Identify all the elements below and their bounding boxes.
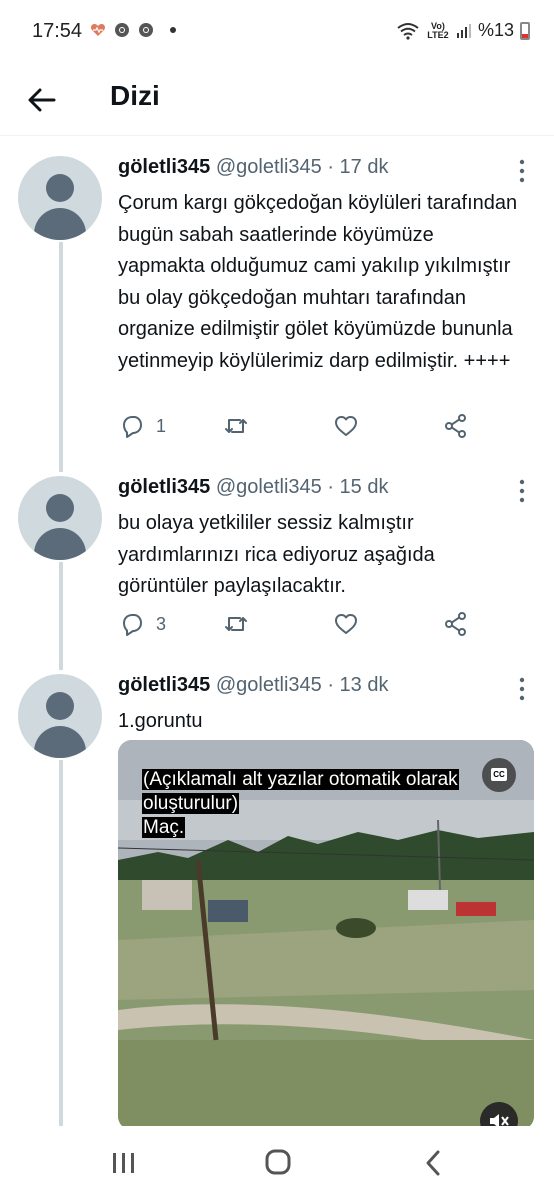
avatar[interactable] (18, 156, 102, 240)
more-options-icon[interactable] (516, 478, 528, 504)
battery-percent: %13 (477, 20, 514, 40)
dot-icon (170, 27, 176, 33)
tweet-text: bu olaya yetkililer sessiz kalmıştır yar… (118, 512, 435, 597)
display-name[interactable]: göletli345 (118, 674, 210, 696)
share-icon (445, 414, 466, 438)
display-name[interactable]: göletli345 (118, 476, 210, 498)
like-button[interactable] (332, 412, 360, 440)
reply-button[interactable]: 3 (118, 610, 166, 638)
heart-pulse-icon (90, 24, 106, 36)
retweet-button[interactable] (222, 412, 250, 440)
display-name[interactable]: göletli345 (118, 156, 210, 178)
system-indicators: Vo) LTE2 %13 (396, 20, 530, 41)
battery-icon (520, 21, 530, 40)
tweet[interactable]: göletli345 @goletli345 · 15 dk bu olaya … (0, 476, 554, 656)
back-nav-icon[interactable] (414, 1146, 454, 1180)
signal-icon (456, 23, 471, 38)
top-bar: Dizi (0, 64, 554, 136)
status-time: 17:54 (32, 20, 83, 42)
user-handle[interactable]: @goletli345 (216, 156, 322, 178)
system-navigation-bar (0, 1126, 554, 1200)
caption-line: oluşturulur) (142, 793, 240, 814)
network-label: Vo) LTE2 (427, 20, 449, 40)
notification-icons (90, 22, 176, 38)
caption-line: Maç. (142, 817, 186, 838)
closed-captions-button[interactable]: CC (482, 758, 516, 792)
tweet-time: · 13 dk (327, 674, 389, 696)
retweet-icon (225, 419, 247, 433)
video-player[interactable]: (Açıklamalı alt yazılar otomatik olarak … (118, 740, 534, 1130)
chrome-icon (139, 23, 153, 37)
user-handle[interactable]: @goletli345 (216, 476, 322, 498)
tweet-actions: 1 (118, 412, 498, 442)
caption-line: (Açıklamalı alt yazılar otomatik olarak (142, 769, 459, 790)
reply-count: 1 (156, 415, 167, 436)
more-options-icon[interactable] (516, 676, 528, 702)
like-button[interactable] (332, 610, 360, 638)
home-icon[interactable] (258, 1146, 298, 1180)
tweet-header: göletli345 @goletli345 · 15 dk (118, 476, 388, 499)
tweet-text: Çorum kargı gökçedoğan köylüleri tarafın… (118, 192, 518, 372)
reply-icon (123, 416, 142, 438)
avatar[interactable] (18, 476, 102, 560)
reply-count: 3 (156, 613, 167, 634)
tweet-header: göletli345 @goletli345 · 17 dk (118, 156, 388, 179)
tweet-time: · 15 dk (327, 476, 389, 498)
chrome-icon (115, 23, 129, 37)
tweet-header: göletli345 @goletli345 · 13 dk (118, 674, 388, 697)
tweet-time: · 17 dk (327, 156, 389, 178)
arrow-left-icon[interactable] (24, 82, 60, 118)
tweet-text: 1.goruntu (118, 710, 203, 732)
tweet[interactable]: göletli345 @goletli345 · 17 dk Çorum kar… (0, 156, 554, 456)
retweet-icon (225, 617, 247, 631)
cc-icon: CC (491, 768, 507, 781)
retweet-button[interactable] (222, 610, 250, 638)
heart-icon (335, 614, 357, 634)
user-handle[interactable]: @goletli345 (216, 674, 322, 696)
reply-icon (123, 614, 142, 636)
thread-connector (59, 760, 63, 1126)
video-captions: (Açıklamalı alt yazılar otomatik olarak … (142, 768, 459, 840)
share-icon (445, 612, 466, 636)
page-title: Dizi (110, 80, 160, 111)
share-button[interactable] (442, 610, 470, 638)
tweet-actions: 3 (118, 610, 498, 640)
status-bar: 17:54 Vo) LTE2 %13 (0, 0, 554, 64)
heart-icon (335, 416, 357, 436)
reply-button[interactable]: 1 (118, 412, 166, 440)
recent-apps-icon[interactable] (104, 1146, 144, 1180)
more-options-icon[interactable] (516, 158, 528, 184)
avatar[interactable] (18, 674, 102, 758)
share-button[interactable] (442, 412, 470, 440)
wifi-icon (397, 22, 419, 40)
